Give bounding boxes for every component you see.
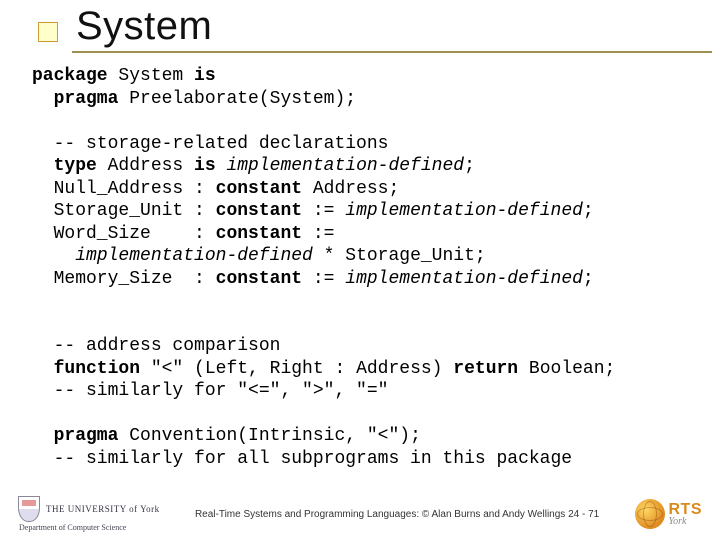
shield-icon: [18, 496, 40, 522]
kw-is: is: [194, 66, 216, 86]
slide-footer: THE UNIVERSITY of York Department of Com…: [0, 496, 720, 532]
slide-title: System: [76, 4, 720, 49]
title-underline: [72, 51, 712, 53]
title-bullet-icon: [38, 22, 58, 42]
kw-pragma: pragma: [32, 89, 118, 109]
slide-title-block: System: [0, 0, 720, 53]
kw-package: package: [32, 66, 108, 86]
kw-return: return: [453, 359, 518, 379]
globe-icon: [635, 499, 665, 529]
department-name: Department of Computer Science: [19, 524, 126, 532]
kw-constant: constant: [216, 179, 302, 199]
kw-function: function: [32, 359, 140, 379]
university-name: THE UNIVERSITY of York: [46, 505, 160, 514]
university-logo: THE UNIVERSITY of York Department of Com…: [18, 496, 160, 532]
footer-caption: Real-Time Systems and Programming Langua…: [160, 509, 635, 520]
kw-type: type: [32, 156, 97, 176]
rts-logo: RTS York: [635, 499, 703, 529]
code-listing: package System is pragma Preelaborate(Sy…: [0, 53, 720, 470]
rts-sublabel: York: [669, 517, 703, 527]
